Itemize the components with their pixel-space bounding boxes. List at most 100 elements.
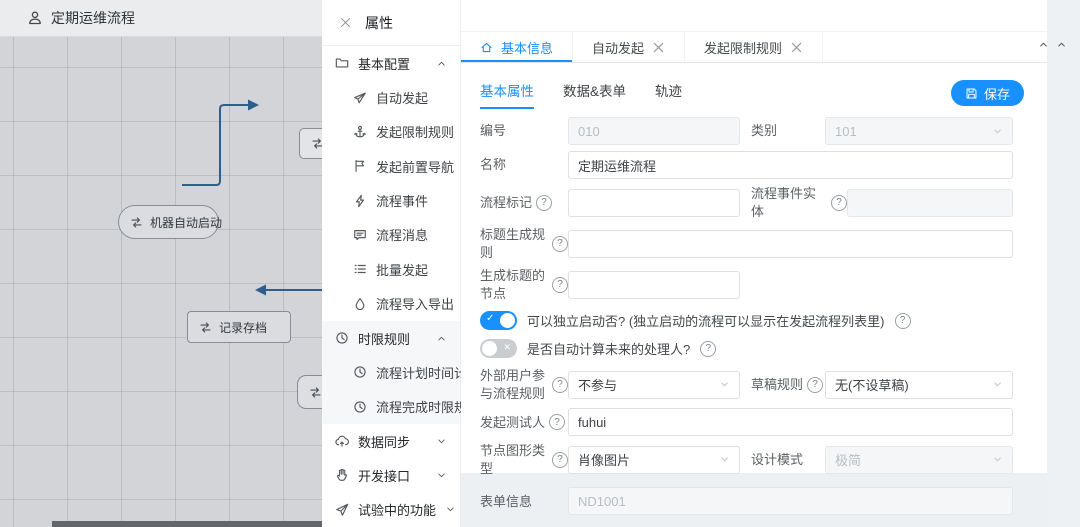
- sidebar-item-auto-initiate[interactable]: 自动发起: [322, 80, 460, 114]
- help-icon[interactable]: [549, 414, 565, 430]
- design-mode-select[interactable]: 极简: [825, 446, 1013, 474]
- help-icon[interactable]: [552, 277, 568, 293]
- flow-connectors: [0, 37, 322, 527]
- panel-collapse-controls: [1038, 39, 1067, 50]
- number-field[interactable]: [568, 117, 740, 145]
- close-icon[interactable]: [652, 41, 665, 54]
- subtab-basic-attributes[interactable]: 基本属性: [480, 80, 534, 109]
- title-rule-label: 标题生成规则: [480, 226, 568, 261]
- flow-node-label: 机器自动启动: [150, 214, 222, 231]
- sidebar-item-label: 自动发起: [376, 88, 428, 107]
- chevron-down-icon: [445, 504, 456, 515]
- clock-icon: [353, 400, 367, 414]
- properties-title: 属性: [365, 13, 393, 33]
- tab-initiate-restriction[interactable]: 发起限制规则: [685, 32, 823, 62]
- sidebar-item-pre-navigation[interactable]: 发起前置导航: [322, 149, 460, 183]
- sidebar-item-experimental-features[interactable]: 试验中的功能: [322, 493, 460, 527]
- help-icon[interactable]: [552, 452, 568, 468]
- sidebar-item-completion-time-rule[interactable]: 流程完成时限规则: [322, 390, 460, 424]
- form-info-field[interactable]: [568, 487, 1013, 515]
- tab-label: 基本信息: [501, 38, 553, 57]
- help-icon[interactable]: [807, 377, 823, 393]
- tester-field[interactable]: [568, 408, 1013, 436]
- independent-start-label: 可以独立启动否? (独立启动的流程可以显示在发起流程列表里): [527, 311, 885, 330]
- chevron-down-icon: [436, 436, 447, 447]
- message-icon: [353, 228, 367, 242]
- flag-icon: [353, 159, 367, 173]
- chevron-up-icon: [436, 58, 447, 69]
- subtab-track[interactable]: 轨迹: [655, 80, 682, 109]
- save-button[interactable]: 保存: [951, 80, 1024, 106]
- sidebar-item-import-export[interactable]: 流程导入导出: [322, 287, 460, 321]
- node-graphic-label: 节点图形类型: [480, 442, 568, 477]
- flow-node-machine-auto-start[interactable]: 机器自动启动: [118, 205, 219, 239]
- help-icon[interactable]: [552, 377, 568, 393]
- title-node-field[interactable]: [568, 271, 740, 299]
- form-row: 是否自动计算未来的处理人?: [480, 339, 1013, 358]
- name-field[interactable]: [568, 151, 1013, 179]
- help-icon[interactable]: [536, 195, 552, 211]
- subtab-data-form[interactable]: 数据&表单: [563, 80, 626, 109]
- drop-icon: [353, 297, 367, 311]
- node-graphic-select[interactable]: 肖像图片: [568, 446, 740, 474]
- tab-label: 发起限制规则: [704, 38, 782, 57]
- draft-rule-select[interactable]: 无(不设草稿): [825, 371, 1013, 399]
- canvas-grid[interactable]: 机器自动启动 记录存档: [0, 37, 322, 527]
- sidebar-item-label: 基本配置: [358, 54, 410, 73]
- title-rule-field[interactable]: [568, 230, 1013, 258]
- sidebar-item-initiate-restriction[interactable]: 发起限制规则: [322, 115, 460, 149]
- close-icon[interactable]: [790, 41, 803, 54]
- event-entity-label: 流程事件实体: [751, 185, 847, 220]
- sidebar-item-label: 流程事件: [376, 191, 428, 210]
- external-user-select[interactable]: 不参与: [568, 371, 740, 399]
- sidebar-item-time-limit-rules[interactable]: 时限规则: [322, 321, 460, 355]
- sidebar-item-plan-time-calc[interactable]: 流程计划时间计算: [322, 355, 460, 389]
- help-icon[interactable]: [895, 313, 911, 329]
- flow-node-partial-top[interactable]: [299, 128, 322, 159]
- right-gutter: [1047, 0, 1080, 527]
- category-label: 类别: [751, 122, 825, 140]
- flow-node-label: 记录存档: [219, 319, 267, 336]
- auto-calc-toggle[interactable]: [480, 339, 517, 358]
- chevron-up-icon: [436, 333, 447, 344]
- sidebar-item-process-messages[interactable]: 流程消息: [322, 218, 460, 252]
- properties-sidebar: 属性 基本配置 自动发起 发起限制规则 发起前置导航 流程事件 流程消息: [322, 0, 461, 527]
- flow-node-partial-bottom[interactable]: [297, 375, 322, 409]
- help-icon[interactable]: [700, 341, 716, 357]
- sidebar-item-batch-initiate[interactable]: 批量发起: [322, 252, 460, 286]
- flow-mark-field[interactable]: [568, 189, 740, 217]
- user-icon: [27, 10, 43, 26]
- properties-header: 属性: [322, 0, 460, 46]
- properties-menu: 基本配置 自动发起 发起限制规则 发起前置导航 流程事件 流程消息 批量发起: [322, 46, 460, 527]
- close-icon[interactable]: [339, 16, 352, 29]
- sidebar-item-dev-interface[interactable]: 开发接口: [322, 458, 460, 492]
- chevron-up-icon[interactable]: [1038, 39, 1049, 50]
- sidebar-item-data-sync[interactable]: 数据同步: [322, 424, 460, 458]
- form-row: 外部用户参与流程规则 不参与 草稿规则 无(不设草稿): [480, 367, 1013, 402]
- tab-basic-info[interactable]: 基本信息: [461, 32, 573, 62]
- number-label: 编号: [480, 122, 568, 140]
- help-icon[interactable]: [552, 236, 568, 252]
- category-select[interactable]: 101: [825, 117, 1013, 145]
- save-icon: [965, 87, 978, 100]
- clock-icon: [335, 331, 349, 345]
- sidebar-item-label: 发起前置导航: [376, 157, 454, 176]
- auto-calc-label: 是否自动计算未来的处理人?: [527, 339, 690, 358]
- chevron-down-icon: [436, 470, 447, 481]
- sidebar-item-label: 数据同步: [358, 432, 410, 451]
- sidebar-item-label: 批量发起: [376, 260, 428, 279]
- event-entity-field[interactable]: [847, 189, 1013, 217]
- title-node-label: 生成标题的节点: [480, 267, 568, 302]
- tester-label: 发起测试人: [480, 414, 568, 432]
- paper-plane-icon: [335, 503, 349, 517]
- sidebar-item-label: 时限规则: [358, 329, 410, 348]
- flow-node-record-archive[interactable]: 记录存档: [187, 311, 291, 343]
- help-icon[interactable]: [831, 195, 847, 211]
- independent-start-toggle[interactable]: [480, 311, 517, 330]
- chevron-up-icon[interactable]: [1056, 39, 1067, 50]
- sidebar-item-process-events[interactable]: 流程事件: [322, 183, 460, 217]
- form-row: 节点图形类型 肖像图片 设计模式 极简: [480, 442, 1013, 477]
- form-row: 标题生成规则: [480, 226, 1013, 261]
- tab-auto-initiate[interactable]: 自动发起: [573, 32, 685, 62]
- sidebar-item-basic-config[interactable]: 基本配置: [322, 46, 460, 80]
